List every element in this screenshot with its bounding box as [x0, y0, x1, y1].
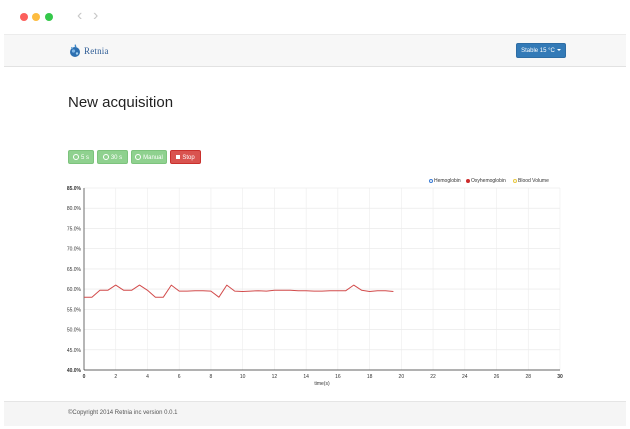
- x-axis-label: time(s): [314, 381, 330, 387]
- x-tick-label: 14: [303, 374, 309, 380]
- y-tick-label: 80.0%: [67, 206, 82, 212]
- x-tick-label: 8: [210, 374, 213, 380]
- y-tick-label: 55.0%: [67, 307, 82, 313]
- x-tick-label: 26: [494, 374, 500, 380]
- series-line-oxyhemoglobin: [84, 284, 394, 298]
- acquisition-chart: 85.0% 80.0% 75.0% 70.0% 65.0% 60.0% 55.0% 50.0%…: [67, 186, 563, 387]
- x-tick-label: 24: [462, 374, 468, 380]
- x-tick-label: 4: [146, 374, 149, 380]
- x-tick-label: 30: [557, 374, 563, 380]
- x-tick-label: 18: [367, 374, 373, 380]
- x-tick-label: 0: [83, 374, 86, 380]
- x-tick-label: 6: [178, 374, 181, 380]
- y-tick-label: 50.0%: [67, 328, 82, 334]
- copyright-text: ©Copyright 2014 Retnia inc version 0.0.1: [68, 410, 178, 416]
- x-tick-label: 10: [240, 374, 246, 380]
- y-tick-label: 85.0%: [67, 186, 82, 192]
- y-tick-label: 40.0%: [67, 368, 82, 374]
- page-footer: ©Copyright 2014 Retnia inc version 0.0.1: [4, 401, 626, 426]
- x-tick-label: 16: [335, 374, 341, 380]
- y-tick-label: 70.0%: [67, 247, 82, 253]
- x-tick-label: 28: [525, 374, 531, 380]
- x-tick-label: 20: [399, 374, 405, 380]
- y-tick-label: 45.0%: [67, 348, 82, 354]
- y-tick-label: 65.0%: [67, 267, 82, 273]
- y-tick-label: 75.0%: [67, 226, 82, 232]
- x-tick-label: 12: [272, 374, 278, 380]
- y-tick-label: 60.0%: [67, 287, 82, 293]
- x-tick-label: 22: [430, 374, 436, 380]
- x-tick-label: 2: [114, 374, 117, 380]
